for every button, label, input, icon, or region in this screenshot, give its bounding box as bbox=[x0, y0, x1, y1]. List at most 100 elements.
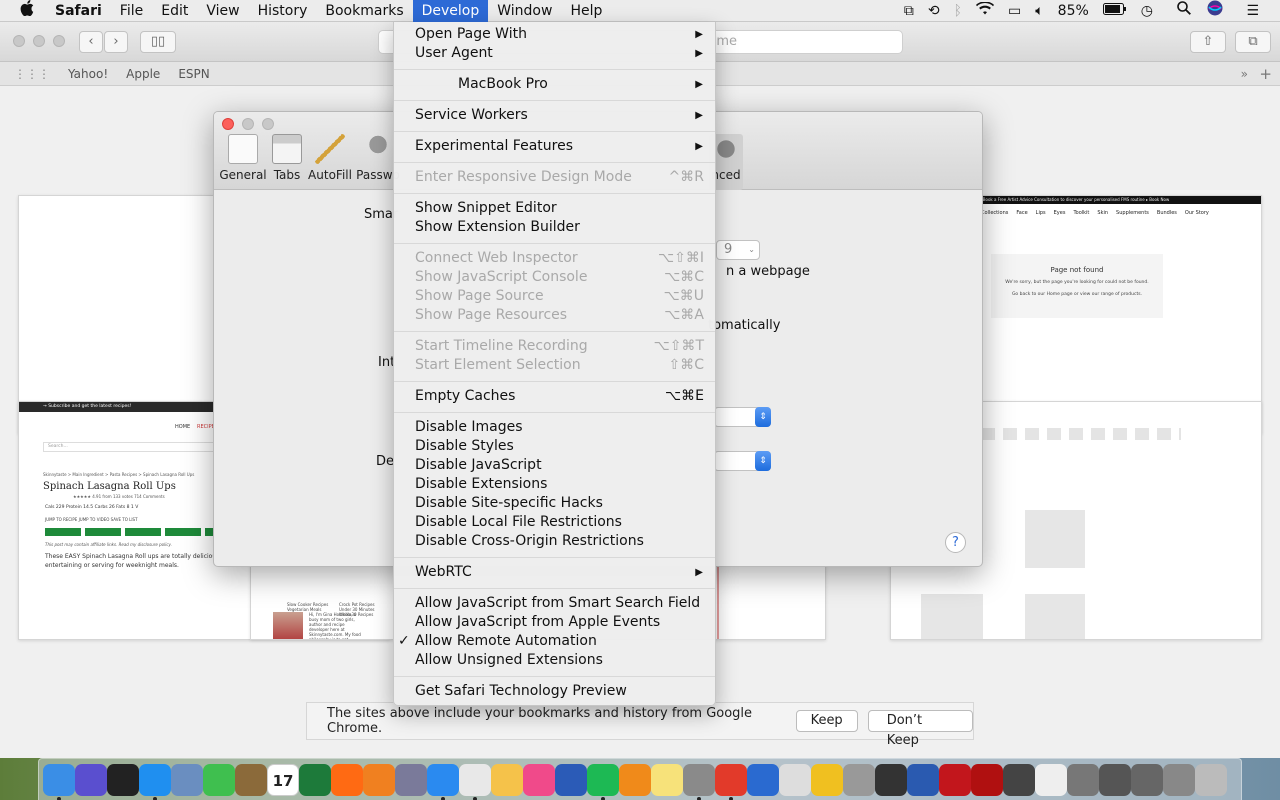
favorite-espn[interactable]: ESPN bbox=[169, 67, 218, 81]
menu-item-snippet-editor[interactable]: Show Snippet Editor bbox=[394, 199, 715, 218]
share-button[interactable] bbox=[125, 528, 161, 536]
keep-button[interactable]: Keep bbox=[795, 710, 858, 732]
menu-item-disable-local-file[interactable]: Disable Local File Restrictions bbox=[394, 513, 715, 532]
safari-icon[interactable] bbox=[427, 764, 459, 796]
stylesheet-select[interactable]: ⇕ bbox=[714, 407, 771, 427]
printer-icon[interactable] bbox=[875, 764, 907, 796]
trash-icon[interactable] bbox=[1195, 764, 1227, 796]
menu-develop[interactable]: Develop bbox=[412, 0, 489, 22]
siri-icon[interactable] bbox=[75, 764, 107, 796]
acrobat2-icon[interactable] bbox=[939, 764, 971, 796]
chart-icon[interactable] bbox=[907, 764, 939, 796]
wifi-icon[interactable] bbox=[969, 0, 1001, 22]
firefox-icon[interactable] bbox=[331, 764, 363, 796]
menu-item-tech-preview[interactable]: Get Safari Technology Preview bbox=[394, 682, 715, 701]
menu-history[interactable]: History bbox=[249, 0, 317, 22]
stack-icon[interactable] bbox=[1067, 764, 1099, 796]
menu-help[interactable]: Help bbox=[561, 0, 611, 22]
phone-icon[interactable] bbox=[1003, 764, 1035, 796]
menu-item-allow-js-apple-events[interactable]: Allow JavaScript from Apple Events bbox=[394, 613, 715, 632]
battery-icon[interactable] bbox=[1096, 0, 1134, 22]
prefs-close-button[interactable] bbox=[222, 118, 234, 130]
menu-bookmarks[interactable]: Bookmarks bbox=[316, 0, 412, 22]
share-button[interactable] bbox=[165, 528, 201, 536]
share-button[interactable] bbox=[45, 528, 81, 536]
pages-icon[interactable] bbox=[363, 764, 395, 796]
menu-item-experimental-features[interactable]: Experimental Features ▶ bbox=[394, 137, 715, 156]
stickies-icon[interactable] bbox=[651, 764, 683, 796]
facetime-icon[interactable] bbox=[203, 764, 235, 796]
notification-center-icon[interactable]: ☰ bbox=[1239, 0, 1266, 22]
doc-icon[interactable] bbox=[1035, 764, 1067, 796]
minimize-button[interactable] bbox=[33, 35, 45, 47]
calendar-icon[interactable]: 17 bbox=[267, 764, 299, 796]
ibooks-icon[interactable] bbox=[619, 764, 651, 796]
menu-window[interactable]: Window bbox=[488, 0, 561, 22]
more-favorites-icon[interactable]: » bbox=[1241, 67, 1248, 81]
time-machine-icon[interactable]: ⟲ bbox=[921, 0, 947, 22]
menu-item-disable-site-hacks[interactable]: Disable Site-specific Hacks bbox=[394, 494, 715, 513]
menu-item-disable-javascript[interactable]: Disable JavaScript bbox=[394, 456, 715, 475]
tab-tabs[interactable]: Tabs bbox=[263, 134, 311, 182]
menu-file[interactable]: File bbox=[111, 0, 152, 22]
menu-item-macbook-pro[interactable]: MacBook Pro ▶ bbox=[394, 75, 715, 94]
itunes-icon[interactable] bbox=[523, 764, 555, 796]
shop-nav-item[interactable]: Face bbox=[1016, 210, 1027, 216]
photo-booth-icon[interactable] bbox=[107, 764, 139, 796]
shop-nav-item[interactable]: Collections bbox=[981, 210, 1008, 216]
back-button[interactable]: ‹ bbox=[79, 31, 103, 53]
finder-icon[interactable] bbox=[43, 764, 75, 796]
apple-menu-icon[interactable] bbox=[0, 0, 46, 22]
prefs-minimize-button[interactable] bbox=[242, 118, 254, 130]
menu-view[interactable]: View bbox=[197, 0, 248, 22]
stack3-icon[interactable] bbox=[1131, 764, 1163, 796]
menu-item-disable-images[interactable]: Disable Images bbox=[394, 418, 715, 437]
tab-general[interactable]: General bbox=[219, 134, 267, 182]
volume-icon[interactable]: 🔈︎ bbox=[1028, 0, 1050, 22]
acrobat-icon[interactable] bbox=[715, 764, 747, 796]
new-tab-icon[interactable]: + bbox=[1259, 65, 1272, 83]
grid-icon[interactable]: ⋮⋮⋮ bbox=[0, 67, 59, 81]
menu-item-disable-extensions[interactable]: Disable Extensions bbox=[394, 475, 715, 494]
shop-nav-item[interactable]: Toolkit bbox=[1073, 210, 1089, 216]
stack2-icon[interactable] bbox=[1099, 764, 1131, 796]
recipe-jump-links[interactable]: JUMP TO RECIPE JUMP TO VIDEO SAVE TO LIS… bbox=[45, 517, 138, 522]
menu-item-allow-js-search[interactable]: Allow JavaScript from Smart Search Field bbox=[394, 594, 715, 613]
menu-item-webrtc[interactable]: WebRTC ▶ bbox=[394, 563, 715, 582]
shop-nav-item[interactable]: Eyes bbox=[1054, 210, 1066, 216]
shop-nav-item[interactable]: Supplements bbox=[1116, 210, 1149, 216]
favorite-apple[interactable]: Apple bbox=[117, 67, 169, 81]
menu-item-user-agent[interactable]: User Agent ▶ bbox=[394, 44, 715, 63]
share-button[interactable] bbox=[85, 528, 121, 536]
o-icon[interactable] bbox=[811, 764, 843, 796]
share-icon[interactable]: ⇧ bbox=[1190, 31, 1226, 53]
recipe-nav-home[interactable]: HOME bbox=[175, 424, 190, 430]
forward-button[interactable]: › bbox=[104, 31, 128, 53]
menu-item-disable-cors[interactable]: Disable Cross-Origin Restrictions bbox=[394, 532, 715, 551]
block-icon[interactable] bbox=[779, 764, 811, 796]
zoom-button[interactable] bbox=[53, 35, 65, 47]
screen-share-icon[interactable]: ⧉ bbox=[897, 0, 921, 22]
shop-nav-item[interactable]: Skin bbox=[1097, 210, 1108, 216]
shop-nav-item[interactable]: Lips bbox=[1036, 210, 1046, 216]
chrome-icon[interactable] bbox=[459, 764, 491, 796]
shop-nav-item[interactable]: Bundles bbox=[1157, 210, 1177, 216]
quicktime-icon[interactable] bbox=[747, 764, 779, 796]
favorite-yahoo[interactable]: Yahoo! bbox=[59, 67, 117, 81]
photos-icon[interactable] bbox=[491, 764, 523, 796]
shop-nav-item[interactable]: Our Story bbox=[1185, 210, 1209, 216]
menu-safari[interactable]: Safari bbox=[46, 0, 111, 22]
sidebar-icon[interactable]: ▯▯ bbox=[140, 31, 176, 53]
tab-autofill[interactable]: AutoFill bbox=[306, 134, 354, 182]
menu-item-allow-remote-automation[interactable]: ✓ Allow Remote Automation bbox=[394, 632, 715, 651]
dont-keep-button[interactable]: Don’t Keep bbox=[867, 710, 973, 748]
menu-item-open-page-with[interactable]: Open Page With ▶ bbox=[394, 25, 715, 44]
menu-item-disable-styles[interactable]: Disable Styles bbox=[394, 437, 715, 456]
menu-item-empty-caches[interactable]: Empty Caches ⌥⌘E bbox=[394, 387, 715, 406]
battery-percent[interactable]: 85% bbox=[1051, 0, 1096, 22]
app-store-icon[interactable] bbox=[139, 764, 171, 796]
tabs-overview-icon[interactable]: ⧉ bbox=[1235, 31, 1271, 53]
menu-item-service-workers[interactable]: Service Workers ▶ bbox=[394, 106, 715, 125]
close-button[interactable] bbox=[13, 35, 25, 47]
launchpad-icon[interactable] bbox=[395, 764, 427, 796]
